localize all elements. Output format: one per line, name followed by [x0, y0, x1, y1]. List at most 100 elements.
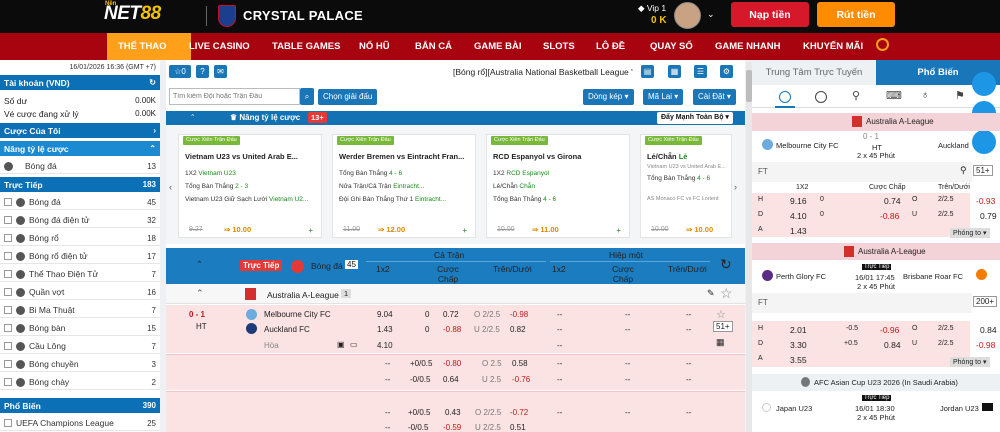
odds-cell[interactable]: 0.58: [512, 359, 528, 368]
odds-cell[interactable]: 0.51: [510, 423, 526, 432]
search-input[interactable]: [169, 88, 300, 105]
home-team[interactable]: Melbourne City FC: [264, 310, 331, 319]
odds-type-dropdown[interactable]: Dòng kép ▾: [583, 89, 634, 105]
nav-promotions[interactable]: KHUYẾN MÃI: [797, 33, 869, 60]
chevron-up-icon[interactable]: ⌃: [196, 288, 204, 299]
nav-sports[interactable]: THỂ THAO: [112, 33, 173, 60]
boost-item-football[interactable]: Bóng đá 13: [0, 159, 160, 174]
checkbox[interactable]: [4, 216, 12, 224]
more-markets-button[interactable]: 51+: [973, 165, 993, 176]
badminton-icon[interactable]: ⚑: [955, 89, 965, 102]
filter-icon[interactable]: ⚲: [960, 165, 967, 176]
tv-icon[interactable]: ▭: [350, 340, 358, 349]
odds-format-dropdown[interactable]: Mã Lai ▾: [643, 89, 684, 105]
popular-item[interactable]: UEFA Champions League 25: [0, 416, 160, 431]
live-item[interactable]: Bóng rổ 18: [0, 231, 160, 246]
odds-cell[interactable]: -0.96: [880, 325, 899, 335]
odds-cell[interactable]: 9.04: [377, 310, 393, 319]
nav-number-draw[interactable]: QUAY SỐ: [644, 33, 699, 60]
odds-cell[interactable]: 3.30: [790, 340, 807, 350]
odds-cell[interactable]: -0.86: [880, 211, 899, 221]
checkbox[interactable]: [4, 306, 12, 314]
odds-cell[interactable]: -0.59: [443, 423, 461, 432]
chevron-up-icon[interactable]: ⌃: [196, 259, 203, 270]
tab-live-center[interactable]: Trung Tâm Trực Tuyến: [752, 60, 876, 85]
select-league-button[interactable]: Chọn giải đấu: [318, 89, 378, 105]
odds-cell[interactable]: -0.93: [976, 196, 995, 206]
live-item[interactable]: Quần vợt 16: [0, 285, 160, 300]
odds-cell[interactable]: 1.43: [377, 325, 393, 334]
boost-card[interactable]: Cược Xiên Trận Đấu Werder Bremen vs Eint…: [332, 134, 476, 238]
more-markets-button[interactable]: 200+: [973, 296, 998, 307]
checkbox[interactable]: [4, 342, 12, 350]
single-view-icon[interactable]: ▤: [641, 65, 654, 78]
nav-slots[interactable]: SLOTS: [537, 33, 581, 60]
nav-live-casino[interactable]: LIVE CASINO: [183, 33, 256, 60]
search-icon[interactable]: ⌕: [300, 88, 314, 105]
checkbox[interactable]: [4, 198, 12, 206]
live-header[interactable]: Trực Tiếp 183: [0, 177, 160, 192]
table-tennis-icon[interactable]: ♁: [921, 89, 929, 101]
pin-icon[interactable]: ✎: [707, 288, 715, 299]
nav-table-games[interactable]: TABLE GAMES: [266, 33, 346, 60]
boost-header[interactable]: Nâng tỷ lệ cược ⌃: [0, 141, 160, 156]
away-team[interactable]: Auckland FC: [264, 325, 310, 334]
chat-icon[interactable]: [972, 72, 996, 96]
live-item[interactable]: Bóng rổ điện tử 17: [0, 249, 160, 264]
add-bet-icon[interactable]: +: [462, 226, 467, 235]
favorites-star-icon[interactable]: ☆0: [169, 65, 191, 78]
refresh-icon[interactable]: ↻: [149, 78, 156, 87]
live-item[interactable]: Bóng chuyền 3: [0, 357, 160, 372]
star-icon[interactable]: ☆: [716, 308, 726, 321]
nav-slots-jackpot[interactable]: NỔ HŨ: [353, 33, 396, 60]
odds-cell[interactable]: -0.72: [510, 408, 528, 417]
away-team[interactable]: Jordan U23: [940, 404, 979, 413]
boost-card[interactable]: Cược Xiên Trận Đấu RCD Espanyol vs Giron…: [486, 134, 630, 238]
info-icon[interactable]: ?: [196, 65, 209, 78]
checkbox[interactable]: [4, 378, 12, 386]
add-bet-icon[interactable]: +: [616, 226, 621, 235]
checkbox[interactable]: [4, 270, 12, 278]
deposit-button[interactable]: Nạp tiền: [731, 2, 809, 27]
odds-cell[interactable]: -0.80: [443, 359, 461, 368]
live-item[interactable]: Bi Ma Thuật 7: [0, 303, 160, 318]
nav-lottery[interactable]: LÔ ĐỀ: [590, 33, 631, 60]
odds-cell[interactable]: 4.10: [377, 341, 393, 350]
multi-view-icon[interactable]: ▦: [668, 65, 681, 78]
checkbox[interactable]: [4, 252, 12, 260]
odds-cell[interactable]: 9.16: [790, 196, 807, 206]
star-icon[interactable]: ☆: [720, 285, 733, 302]
odds-cell[interactable]: 0.64: [443, 375, 459, 384]
nav-card-games[interactable]: GAME BÀI: [468, 33, 528, 60]
more-markets-button[interactable]: 51+: [713, 321, 733, 332]
odds-cell[interactable]: 0.43: [445, 408, 461, 417]
odds-cell[interactable]: -0.76: [512, 375, 530, 384]
live-item[interactable]: Cầu Lông 7: [0, 339, 160, 354]
checkbox[interactable]: [4, 360, 12, 368]
live-item[interactable]: Thể Thao Điện Tử 7: [0, 267, 160, 282]
list-view-icon[interactable]: ☰: [694, 65, 707, 78]
account-header[interactable]: Tài khoản (VND) ↻: [0, 75, 160, 90]
live-badge[interactable]: Trực Tiếp: [240, 260, 283, 271]
add-bet-icon[interactable]: +: [308, 226, 313, 235]
stats-icon[interactable]: ▣: [337, 340, 345, 349]
boost-card[interactable]: Cược Xiên Trận Đấu Vietnam U23 vs United…: [178, 134, 322, 238]
odds-cell[interactable]: 0.74: [884, 196, 901, 206]
odds-cell[interactable]: 4.10: [790, 211, 807, 221]
vip-level[interactable]: ◆ Vip 1: [638, 3, 666, 14]
odds-cell[interactable]: 1.43: [790, 226, 807, 236]
boost-all-button[interactable]: Đẩy Mạnh Toàn Bộ ▾: [657, 112, 733, 124]
odds-cell[interactable]: 0.84: [884, 340, 901, 350]
search-icon[interactable]: [876, 38, 889, 51]
odds-cell[interactable]: -0.98: [976, 340, 995, 350]
live-item[interactable]: Bóng chày 2: [0, 375, 160, 390]
checkbox[interactable]: [4, 234, 12, 242]
odds-cell[interactable]: 0.79: [980, 211, 997, 221]
chevron-up-icon[interactable]: ⌃: [190, 113, 195, 121]
chevron-down-icon[interactable]: ⌄: [707, 9, 715, 20]
tennis-icon[interactable]: ⚲: [852, 89, 860, 102]
esports-icon[interactable]: ⌨: [886, 89, 902, 102]
expand-button[interactable]: Phóng to ▾: [950, 357, 990, 367]
basketball-icon[interactable]: [815, 91, 827, 103]
live-item[interactable]: Bóng bàn 15: [0, 321, 160, 336]
